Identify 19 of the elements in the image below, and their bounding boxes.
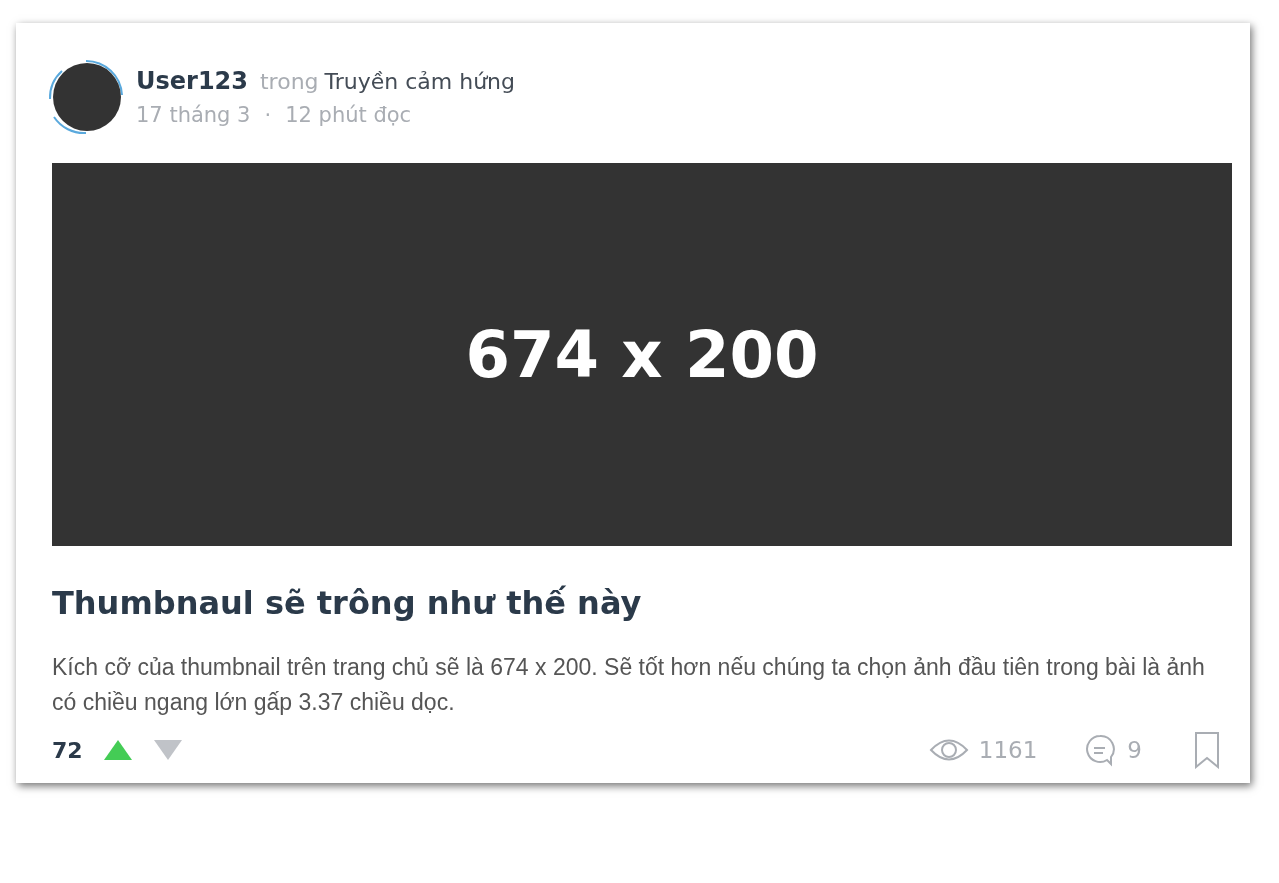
avatar[interactable] xyxy=(46,57,126,137)
thumbnail-placeholder[interactable]: 674 x 200 xyxy=(52,163,1232,546)
upvote-icon[interactable] xyxy=(102,738,133,762)
vote-score: 72 xyxy=(52,737,83,763)
downvote-icon[interactable] xyxy=(152,738,183,762)
post-date: 17 tháng 3 xyxy=(136,103,251,127)
comment-count: 9 xyxy=(1127,737,1142,763)
eye-icon xyxy=(928,737,969,763)
bookmark-icon[interactable] xyxy=(1194,731,1220,769)
post-title[interactable]: Thumbnaul sẽ trông như thế này xyxy=(52,584,1232,622)
separator-dot: · xyxy=(264,103,272,127)
read-time: 12 phút đọc xyxy=(285,103,412,127)
author-name[interactable]: User123 xyxy=(136,67,248,95)
in-label: trong xyxy=(260,69,319,94)
category-link[interactable]: Truyền cảm hứng xyxy=(324,69,516,94)
post-description: Kích cỡ của thumbnail trên trang chủ sẽ là 674 x 200. Sẽ tốt hơn nếu chúng ta chọn ảnh đầu tiên trong bài là ảnh có chiều ngang lớn gấp 3.37 chiều dọc. xyxy=(52,653,1206,717)
comment-icon[interactable] xyxy=(1083,733,1118,767)
placeholder-size-text: 674 x 200 xyxy=(465,317,819,392)
view-count: 1161 xyxy=(978,737,1038,763)
